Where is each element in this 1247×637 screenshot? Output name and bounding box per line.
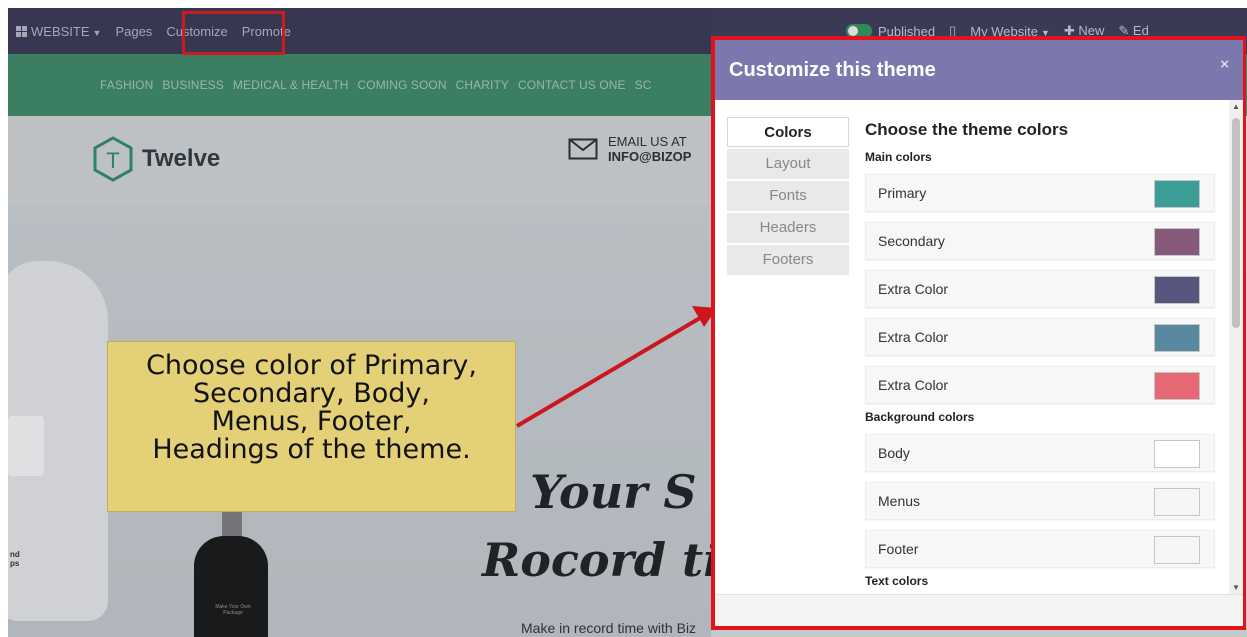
color-row-extra-2: Extra Color <box>865 318 1215 356</box>
color-label: Secondary <box>878 233 945 249</box>
color-label: Extra Color <box>878 377 949 393</box>
color-row-footer: Footer <box>865 530 1215 568</box>
color-label: Extra Color <box>878 281 949 297</box>
color-row-extra-3: Extra Color <box>865 366 1215 404</box>
color-row-secondary: Secondary <box>865 222 1215 260</box>
pages-menu[interactable]: Pages <box>115 24 152 39</box>
tab-footers[interactable]: Footers <box>727 245 849 275</box>
colors-panel: Choose the theme colors Main colors Prim… <box>865 100 1215 598</box>
callout-line: Menus, Footer, <box>211 406 412 437</box>
tab-colors[interactable]: Colors <box>727 117 849 147</box>
footer-color-swatch[interactable] <box>1154 536 1200 564</box>
main-colors-label: Main colors <box>865 150 932 164</box>
extra-color-1-swatch[interactable] <box>1154 276 1200 304</box>
caret-down-icon: ▼ <box>92 27 102 38</box>
scroll-up-icon[interactable]: ▲ <box>1232 102 1240 111</box>
scroll-thumb[interactable] <box>1232 118 1240 328</box>
color-label: Primary <box>878 185 927 201</box>
scroll-down-icon[interactable]: ▼ <box>1232 583 1240 592</box>
dialog-scrollbar[interactable]: ▲ ▼ <box>1229 100 1243 594</box>
customize-highlight-box <box>182 11 285 55</box>
color-label: Menus <box>878 493 921 509</box>
website-menu-label: WEBSITE <box>31 23 90 39</box>
dialog-header: Customize this theme × <box>715 40 1243 100</box>
tab-headers[interactable]: Headers <box>727 213 849 243</box>
callout-line: Secondary, Body, <box>193 378 430 409</box>
color-row-primary: Primary <box>865 174 1215 212</box>
tab-layout[interactable]: Layout <box>727 149 849 179</box>
theme-tabs: Colors Layout Fonts Headers Footers <box>727 117 849 277</box>
close-icon[interactable]: × <box>1220 56 1229 73</box>
dialog-title: Customize this theme <box>729 58 936 81</box>
tab-fonts[interactable]: Fonts <box>727 181 849 211</box>
instruction-callout: Choose color of Primary, Secondary, Body… <box>107 341 516 512</box>
callout-line: Choose color of Primary, <box>146 350 477 381</box>
color-row-menus: Menus <box>865 482 1215 520</box>
dialog-footer <box>715 594 1243 626</box>
website-menu[interactable]: WEBSITE ▼ <box>16 24 101 39</box>
extra-color-3-swatch[interactable] <box>1154 372 1200 400</box>
panel-heading: Choose the theme colors <box>865 120 1069 139</box>
customize-theme-dialog: Customize this theme × Colors Layout Fon… <box>715 40 1243 626</box>
body-color-swatch[interactable] <box>1154 440 1200 468</box>
extra-color-2-swatch[interactable] <box>1154 324 1200 352</box>
apps-grid-icon <box>16 25 27 37</box>
secondary-color-swatch[interactable] <box>1154 228 1200 256</box>
color-label: Extra Color <box>878 329 949 345</box>
background-colors-label: Background colors <box>865 410 975 424</box>
callout-line: Headings of the theme. <box>152 434 471 465</box>
color-label: Body <box>878 445 910 461</box>
color-row-body: Body <box>865 434 1215 472</box>
color-row-extra-1: Extra Color <box>865 270 1215 308</box>
text-colors-label: Text colors <box>865 574 929 588</box>
primary-color-swatch[interactable] <box>1154 180 1200 208</box>
color-label: Footer <box>878 541 919 557</box>
menus-color-swatch[interactable] <box>1154 488 1200 516</box>
dialog-body: Colors Layout Fonts Headers Footers Choo… <box>715 100 1243 594</box>
